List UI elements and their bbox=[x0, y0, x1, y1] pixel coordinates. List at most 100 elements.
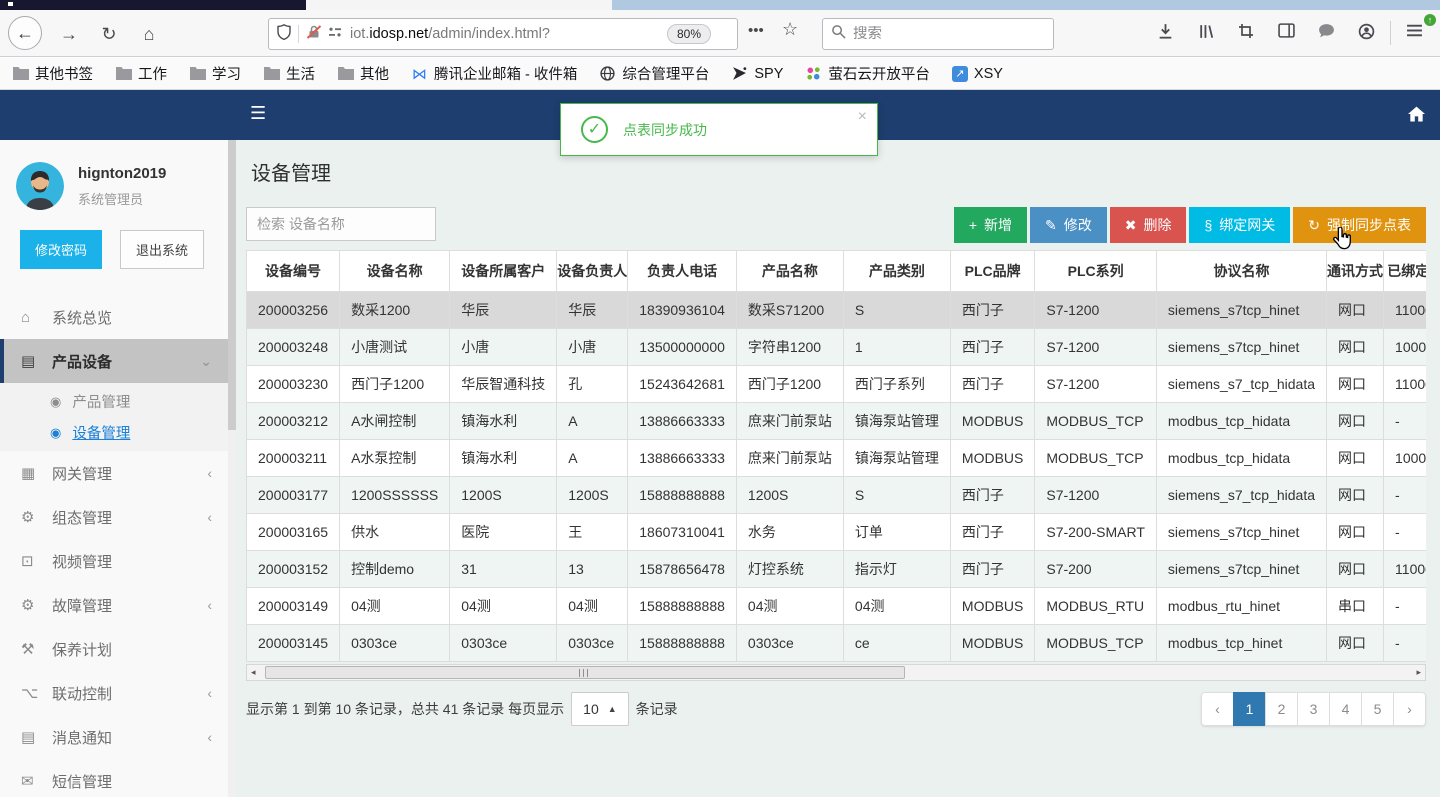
bind-gateway-button[interactable]: § 绑定网关 bbox=[1189, 207, 1291, 243]
column-header[interactable]: 产品名称 bbox=[735, 250, 844, 292]
sidebar-item-label: 保养计划 bbox=[52, 641, 113, 659]
table-row[interactable]: 200003211 A水泵控制 镇海水利 A 13886663333 庶来门前泵站 镇海泵站… bbox=[246, 439, 1426, 477]
horizontal-scrollbar-thumb[interactable] bbox=[265, 666, 905, 679]
bookmark-work[interactable]: 工作 bbox=[115, 63, 167, 84]
table-cell: 华辰 bbox=[449, 291, 558, 329]
chat-icon[interactable] bbox=[1316, 23, 1336, 43]
sidebar-subitem-device-mgmt[interactable]: ◉ 设备管理 bbox=[0, 417, 228, 448]
bookmark-mgmt-platform[interactable]: 综合管理平台 bbox=[599, 63, 709, 84]
sidebar-item-linkage-control[interactable]: ⌥ 联动控制 ‹ bbox=[0, 671, 228, 715]
browser-active-tab[interactable] bbox=[306, 0, 612, 10]
sidebar-item-gateway-mgmt[interactable]: ▦ 网关管理 ‹ bbox=[0, 451, 228, 495]
column-header[interactable]: PLC系列 bbox=[1034, 250, 1157, 292]
reload-button[interactable]: ↻ bbox=[94, 19, 124, 49]
back-button[interactable]: ← bbox=[8, 16, 42, 50]
menu-icon[interactable] bbox=[1404, 23, 1424, 43]
insecure-lock-icon[interactable] bbox=[306, 24, 322, 45]
force-sync-button[interactable]: ↻ 强制同步点表 bbox=[1293, 207, 1426, 243]
shield-icon[interactable] bbox=[277, 23, 291, 45]
sidebar-item-maintenance-plan[interactable]: ⚒ 保养计划 bbox=[0, 627, 228, 671]
column-header[interactable]: 设备编号 bbox=[246, 250, 341, 292]
column-header[interactable]: 已绑定网关 bbox=[1383, 250, 1426, 292]
page-next-button[interactable]: › bbox=[1393, 692, 1426, 726]
column-header[interactable]: 协议名称 bbox=[1155, 250, 1328, 292]
bookmark-star-icon[interactable]: ☆ bbox=[782, 19, 798, 40]
sidebar-subitem-product-mgmt[interactable]: ◉ 产品管理 bbox=[0, 386, 228, 417]
permissions-icon[interactable] bbox=[328, 25, 342, 44]
page-button-5[interactable]: 5 bbox=[1361, 692, 1394, 726]
download-icon[interactable] bbox=[1155, 23, 1175, 43]
vertical-scrollbar-thumb[interactable] bbox=[228, 140, 236, 430]
account-icon[interactable] bbox=[1356, 23, 1376, 43]
bookmark-other-bookmarks[interactable]: 其他书签 bbox=[12, 63, 93, 84]
sidebar-collapse-icon[interactable]: ☰ bbox=[250, 103, 266, 124]
horizontal-scrollbar[interactable]: ◂ ▸ bbox=[246, 664, 1426, 681]
bookmark-tencent-mail[interactable]: ⋈ 腾讯企业邮箱 - 收件箱 bbox=[411, 63, 577, 84]
column-header[interactable]: 产品类别 bbox=[842, 250, 951, 292]
column-header[interactable]: 设备负责人 bbox=[556, 250, 629, 292]
logout-button[interactable]: 退出系统 bbox=[120, 230, 205, 269]
forward-button[interactable]: → bbox=[54, 19, 84, 49]
table-row[interactable]: 200003248 小唐测试 小唐 小唐 13500000000 字符串1200 1 西门子 S… bbox=[246, 328, 1426, 366]
table-row[interactable]: 200003152 控制demo 31 13 15878656478 灯控系统 指示灯 西门子… bbox=[246, 550, 1426, 588]
sidebar-item-scada-mgmt[interactable]: ⚙ 组态管理 ‹ bbox=[0, 495, 228, 539]
add-button[interactable]: + 新增 bbox=[953, 207, 1027, 243]
browser-home-button[interactable]: ⌂ bbox=[134, 19, 164, 49]
table-cell: S7-1200 bbox=[1034, 328, 1157, 366]
sidebar-toggle-icon[interactable] bbox=[1276, 23, 1296, 43]
delete-button[interactable]: ✖ 删除 bbox=[1109, 207, 1187, 243]
sidebar-item-video-mgmt[interactable]: ⊡ 视频管理 bbox=[0, 539, 228, 583]
table-row[interactable]: 200003212 A水闸控制 镇海水利 A 13886663333 庶来门前泵站 镇海泵站… bbox=[246, 402, 1426, 440]
page-button-3[interactable]: 3 bbox=[1297, 692, 1330, 726]
bookmark-life[interactable]: 生活 bbox=[263, 63, 315, 84]
bookmark-study[interactable]: 学习 bbox=[189, 63, 241, 84]
sidebar-item-overview[interactable]: ⌂ 系统总览 bbox=[0, 295, 228, 339]
table-row[interactable]: 200003145 0303ce 0303ce 0303ce 15888888888 03… bbox=[246, 624, 1426, 662]
column-header[interactable]: 设备名称 bbox=[339, 250, 451, 292]
table-cell: 字符串1200 bbox=[735, 328, 844, 366]
sidebar-item-sms-mgmt[interactable]: ✉ 短信管理 bbox=[0, 759, 228, 797]
sidebar-item-message-notify[interactable]: ▤ 消息通知 ‹ bbox=[0, 715, 228, 759]
crop-icon[interactable] bbox=[1236, 23, 1256, 43]
change-password-button[interactable]: 修改密码 bbox=[20, 230, 103, 269]
scroll-left-icon[interactable]: ◂ bbox=[251, 667, 256, 678]
bookmark-ezviz[interactable]: 萤石云开放平台 bbox=[805, 63, 930, 84]
link-icon: § bbox=[1204, 217, 1213, 233]
table-row[interactable]: 200003230 西门子1200 华辰智通科技孔 15243642681 西门子120… bbox=[246, 365, 1426, 403]
page-button-4[interactable]: 4 bbox=[1329, 692, 1362, 726]
device-search-input[interactable] bbox=[246, 207, 436, 241]
page-button-1[interactable]: 1 bbox=[1233, 692, 1266, 726]
page-button-2[interactable]: 2 bbox=[1265, 692, 1298, 726]
url-bar[interactable]: iot.idosp.net/admin/index.html? 80% bbox=[268, 18, 738, 50]
table-row[interactable]: 200003256 数采1200 华辰 华辰 18390936104 数采S71200 S 西… bbox=[246, 291, 1426, 329]
column-header[interactable]: 设备所属客户 bbox=[449, 250, 558, 292]
page-size-select[interactable]: 10 ▲ bbox=[571, 692, 629, 726]
page-actions-button[interactable]: ••• bbox=[748, 22, 764, 39]
table-row[interactable]: 200003165 供水 医院王 18607310041 水务 订单 西门子 S7-200-S… bbox=[246, 513, 1426, 551]
bookmark-xsy[interactable]: ↗ XSY bbox=[951, 65, 1003, 82]
bookmark-misc[interactable]: 其他 bbox=[337, 63, 389, 84]
table-cell: MODBUS_TCP bbox=[1034, 439, 1157, 477]
sidebar-item-product-device[interactable]: ▤ 产品设备 ⌄ bbox=[0, 339, 228, 383]
table-cell: modbus_tcp_hinet bbox=[1155, 624, 1328, 662]
browser-search-input[interactable] bbox=[853, 26, 1045, 42]
vertical-scrollbar[interactable] bbox=[228, 140, 236, 797]
zoom-indicator[interactable]: 80% bbox=[666, 24, 711, 44]
column-header[interactable]: 负责人电话 bbox=[627, 250, 737, 292]
sidebar-item-fault-mgmt[interactable]: ⚙ 故障管理 ‹ bbox=[0, 583, 228, 627]
bookmarks-bar: 其他书签 工作 学习 生活 其他 ⋈ 腾讯企业邮箱 - 收件箱 综合管理平台 SPY 萤石云开放平… bbox=[0, 58, 1440, 90]
table-row[interactable]: 200003149 04测 04测 04测 15888888888 04测 04测 MODBU… bbox=[246, 587, 1426, 625]
bookmark-spy[interactable]: SPY bbox=[731, 66, 783, 82]
scroll-right-icon[interactable]: ▸ bbox=[1416, 667, 1421, 678]
edit-button[interactable]: ✎ 修改 bbox=[1030, 207, 1107, 243]
table-cell: 15888888888 bbox=[627, 587, 737, 625]
table-row[interactable]: 200003177 1200SSSSSS 1200S 1200S 15888888888… bbox=[246, 476, 1426, 514]
browser-search-box[interactable] bbox=[822, 18, 1054, 50]
column-header[interactable]: 通讯方式 bbox=[1326, 250, 1385, 292]
page-prev-button[interactable]: ‹ bbox=[1201, 692, 1234, 726]
navbar-home-icon[interactable] bbox=[1408, 106, 1425, 122]
column-header[interactable]: PLC品牌 bbox=[949, 250, 1036, 292]
library-icon[interactable] bbox=[1196, 23, 1216, 43]
table-cell: 镇海泵站管理 bbox=[842, 402, 951, 440]
toast-close-icon[interactable]: × bbox=[858, 108, 867, 126]
